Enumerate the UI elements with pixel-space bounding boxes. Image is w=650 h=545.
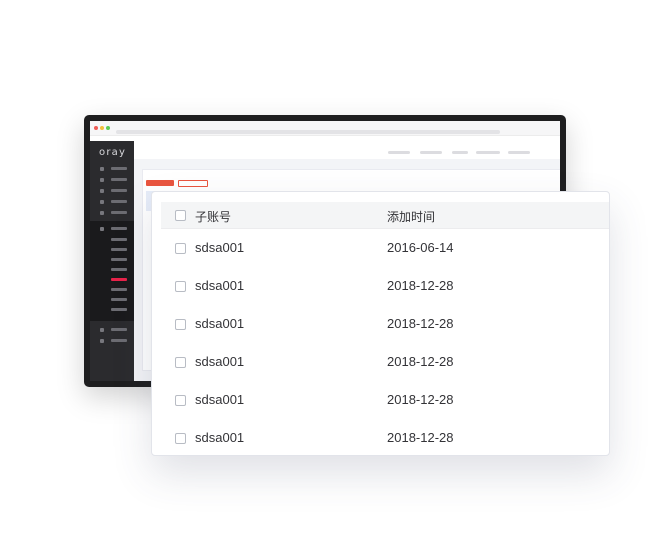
table-row[interactable]: sdsa001 2018-12-28: [161, 381, 609, 419]
table-row[interactable]: sdsa001 2018-12-28: [161, 343, 609, 381]
maximize-dot-icon[interactable]: [106, 126, 110, 130]
row-checkbox[interactable]: [175, 357, 186, 368]
top-nav-item[interactable]: [420, 151, 442, 154]
sidebar-item[interactable]: [111, 189, 127, 192]
added-time-cell: 2018-12-28: [387, 354, 454, 369]
table-row[interactable]: sdsa001 2016-06-14: [161, 229, 609, 267]
submenu-item-active[interactable]: [111, 278, 127, 281]
menu-icon: [100, 178, 104, 182]
row-checkbox[interactable]: [175, 243, 186, 254]
sidebar-item[interactable]: [111, 200, 127, 203]
top-nav-item[interactable]: [476, 151, 500, 154]
menu-icon: [100, 227, 104, 231]
menu-icon: [100, 189, 104, 193]
account-cell: sdsa001: [195, 354, 245, 369]
top-nav-item[interactable]: [388, 151, 410, 154]
added-time-cell: 2018-12-28: [387, 278, 454, 293]
menu-icon: [100, 211, 104, 215]
submenu-item[interactable]: [111, 238, 127, 241]
account-cell: sdsa001: [195, 430, 245, 445]
account-cell: sdsa001: [195, 316, 245, 331]
added-time-cell: 2018-12-28: [387, 430, 454, 445]
added-time-cell: 2018-12-28: [387, 392, 454, 407]
menu-icon: [100, 339, 104, 343]
submenu-item[interactable]: [111, 248, 127, 251]
address-bar[interactable]: [116, 130, 500, 134]
submenu-item[interactable]: [111, 268, 127, 271]
top-nav-item[interactable]: [452, 151, 468, 154]
account-cell: sdsa001: [195, 392, 245, 407]
table-row[interactable]: sdsa001 2018-12-28: [161, 305, 609, 343]
menu-icon: [100, 167, 104, 171]
row-checkbox[interactable]: [175, 281, 186, 292]
menu-icon: [100, 200, 104, 204]
submenu-item[interactable]: [111, 298, 127, 301]
top-nav-item[interactable]: [508, 151, 530, 154]
close-dot-icon[interactable]: [94, 126, 98, 130]
row-checkbox[interactable]: [175, 319, 186, 330]
sidebar-item[interactable]: [111, 167, 127, 170]
submenu-item[interactable]: [111, 258, 127, 261]
sidebar-item[interactable]: [111, 339, 127, 342]
added-time-cell: 2016-06-14: [387, 240, 454, 255]
added-time-cell: 2018-12-28: [387, 316, 454, 331]
table-row[interactable]: sdsa001 2018-12-28: [161, 267, 609, 305]
top-nav: [134, 145, 560, 159]
minimize-dot-icon[interactable]: [100, 126, 104, 130]
sidebar-item[interactable]: [111, 178, 127, 181]
submenu-item[interactable]: [111, 227, 127, 230]
table-row[interactable]: sdsa001 2018-12-28: [161, 419, 609, 455]
row-checkbox[interactable]: [175, 395, 186, 406]
secondary-button[interactable]: [178, 180, 208, 187]
sidebar: oray: [90, 141, 134, 381]
row-checkbox[interactable]: [175, 433, 186, 444]
oray-logo: oray: [99, 147, 127, 158]
column-header-added-time: 添加时间: [387, 210, 436, 224]
sidebar-item[interactable]: [111, 211, 127, 214]
submenu-item[interactable]: [111, 288, 127, 291]
account-cell: sdsa001: [195, 278, 245, 293]
add-account-button[interactable]: [146, 180, 174, 186]
menu-icon: [100, 328, 104, 332]
table-header: 子账号 添加时间: [161, 202, 609, 229]
account-cell: sdsa001: [195, 240, 245, 255]
column-header-account: 子账号: [195, 210, 232, 224]
sub-account-table-card: 子账号 添加时间 sdsa001 2016-06-14 sdsa001 2018…: [151, 191, 610, 456]
sidebar-item[interactable]: [111, 328, 127, 331]
submenu-item[interactable]: [111, 308, 127, 311]
sidebar-submenu: [90, 221, 134, 321]
browser-titlebar: [90, 121, 560, 136]
select-all-checkbox[interactable]: [175, 210, 186, 221]
